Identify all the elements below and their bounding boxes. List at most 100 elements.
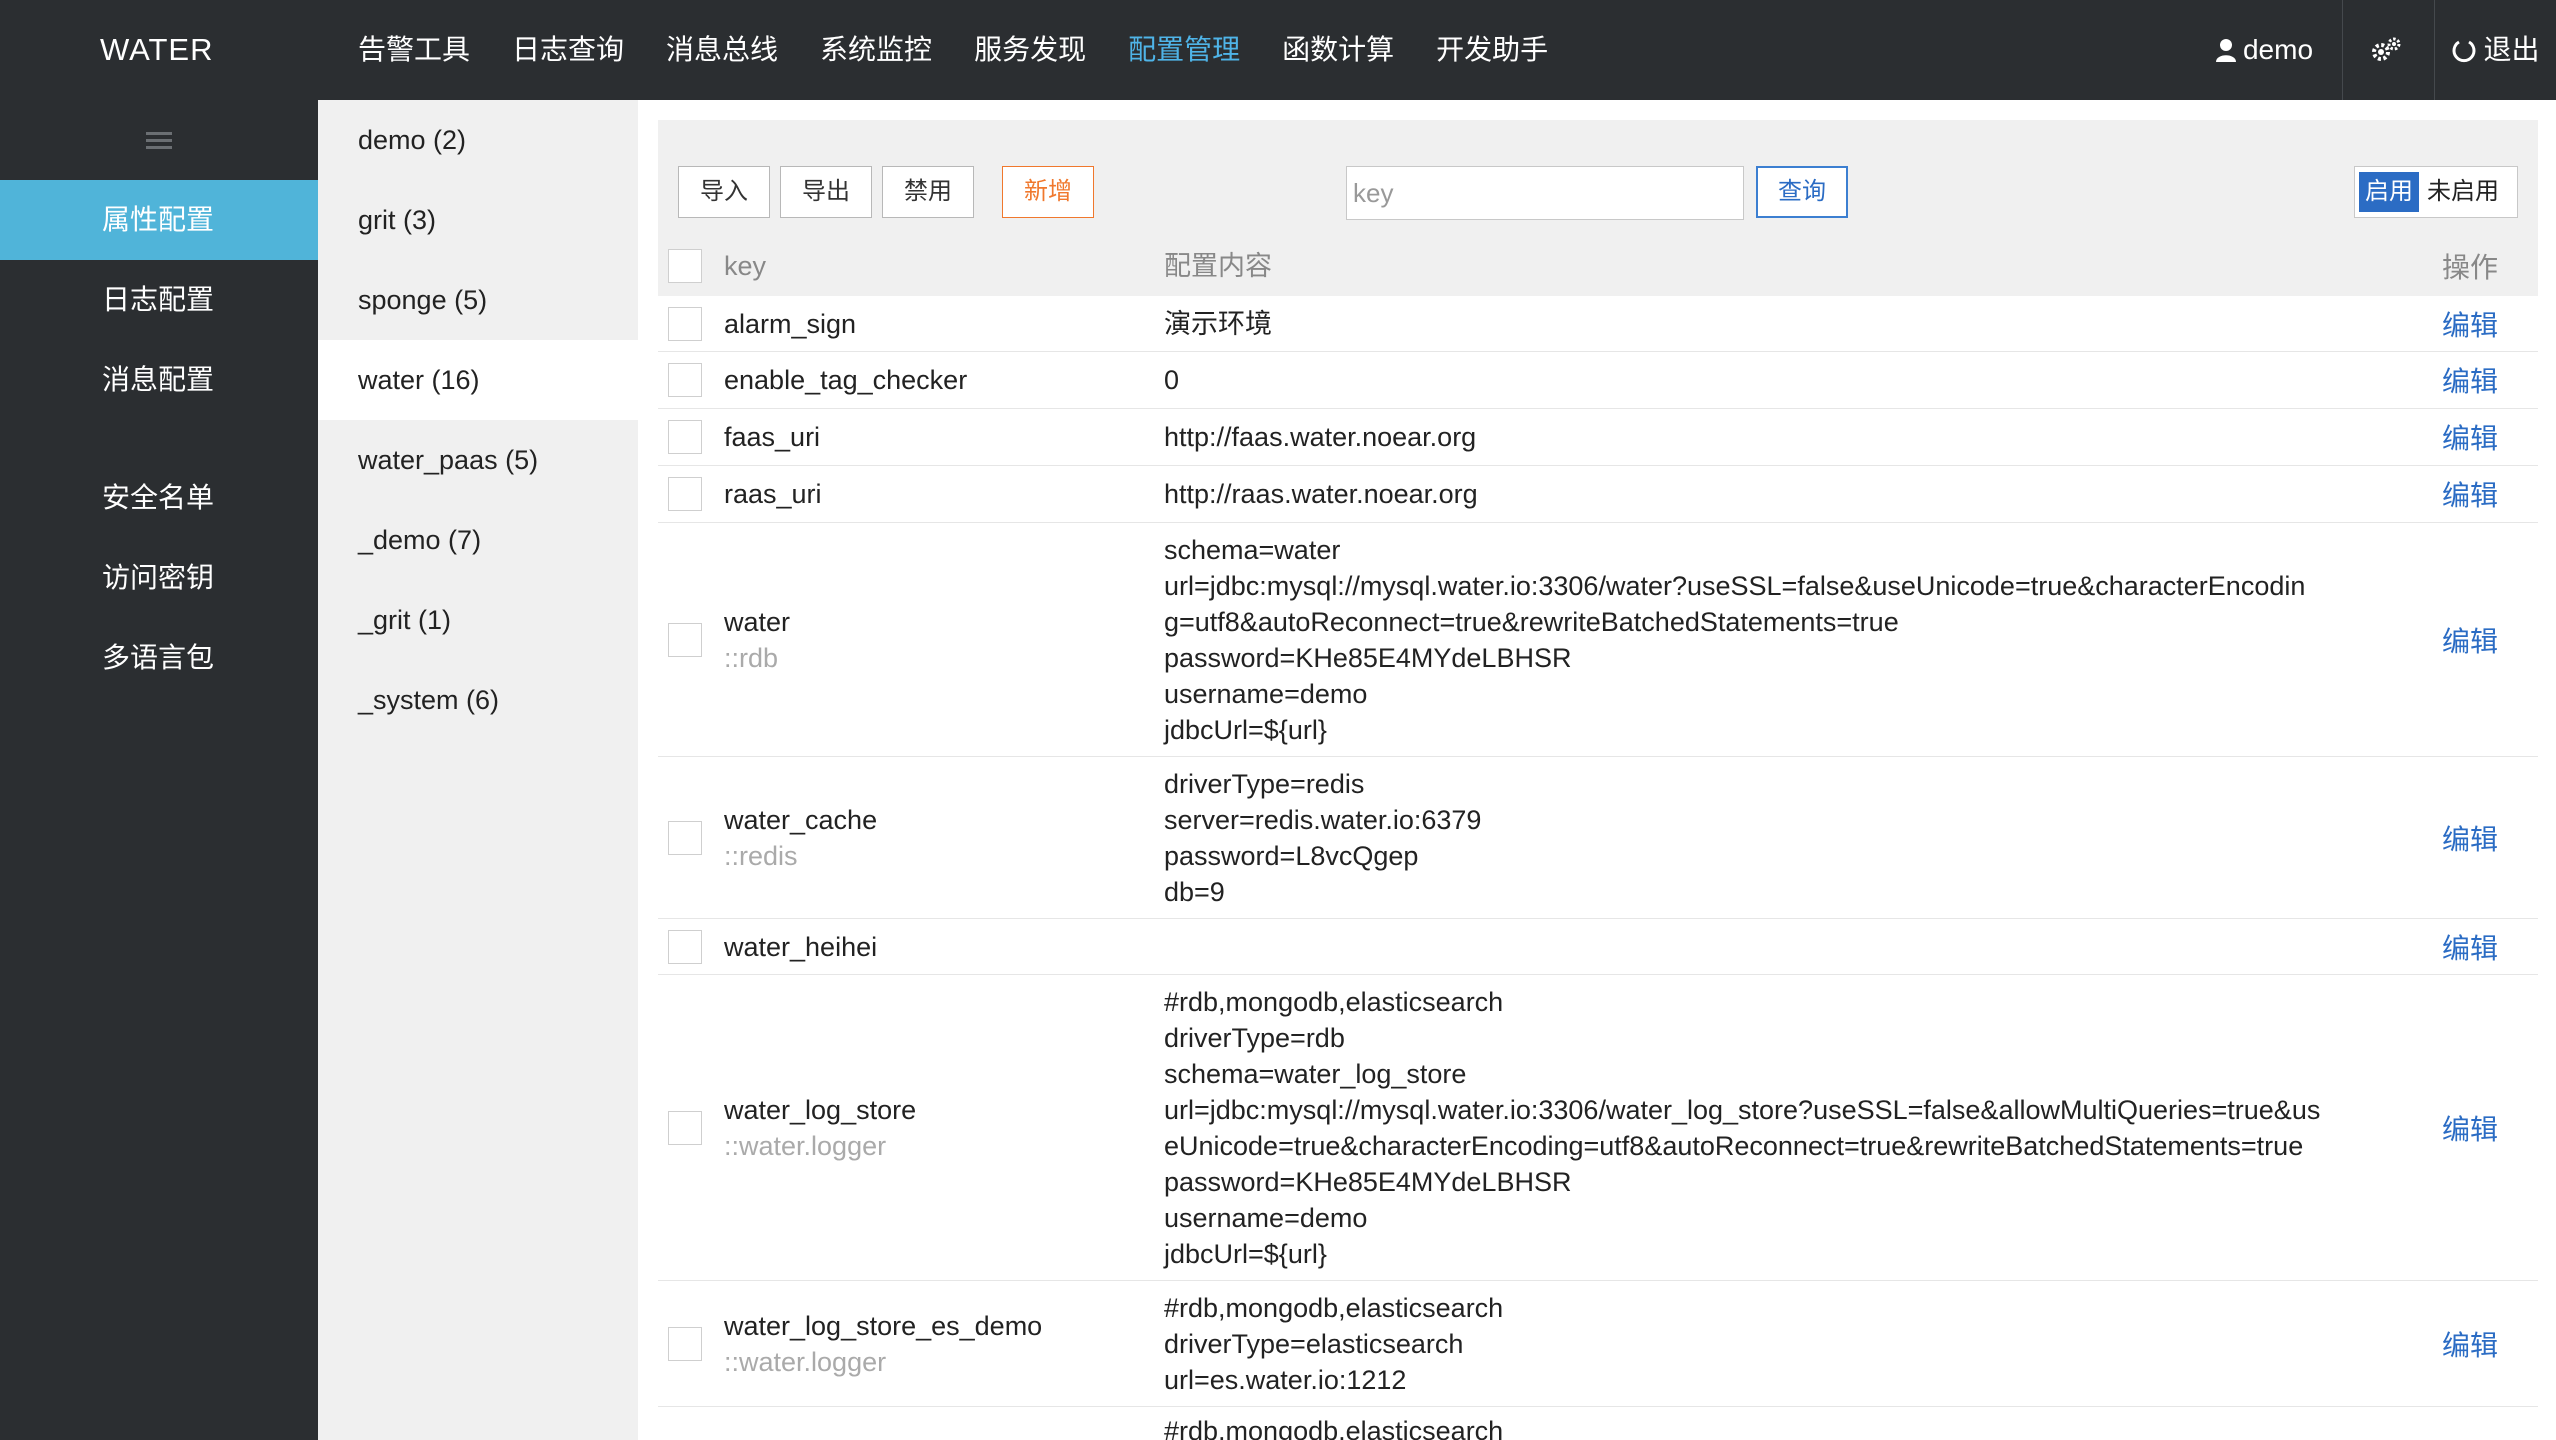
row-checkbox[interactable] <box>668 420 702 454</box>
nav-item-dev-helper[interactable]: 开发助手 <box>1436 0 1548 100</box>
table-row: enable_tag_checker 0 编辑 <box>658 352 2538 409</box>
edit-link[interactable]: 编辑 <box>2438 1108 2538 1148</box>
nav-item-message-bus[interactable]: 消息总线 <box>666 0 778 100</box>
nav-item-log-query[interactable]: 日志查询 <box>512 0 624 100</box>
row-value: 0 <box>1164 365 1180 395</box>
row-checkbox[interactable] <box>668 1326 702 1361</box>
main-content: 导入 导出 禁用 新增 查询 启用 未启用 key 配置内容 操作 alarm_… <box>638 100 2556 1440</box>
group-item-_grit[interactable]: _grit (1) <box>318 580 638 660</box>
table-row: water_heihei 编辑 <box>658 919 2538 975</box>
edit-link[interactable]: 编辑 <box>2438 360 2538 400</box>
row-value: http://faas.water.noear.org <box>1164 422 1477 452</box>
row-value: #rdb,mongodb,elasticsearch driverType=el… <box>1164 1292 1504 1395</box>
table-header: key 配置内容 操作 <box>658 236 2538 296</box>
nav-item-service-discovery[interactable]: 服务发现 <box>974 0 1086 100</box>
table-row: #rdb,mongodb,elasticsearch <box>658 1407 2538 1440</box>
group-item-grit[interactable]: grit (3) <box>318 180 638 260</box>
top-navbar: WATER 告警工具 日志查询 消息总线 系统监控 服务发现 配置管理 函数计算… <box>0 0 2556 100</box>
edit-link[interactable]: 编辑 <box>2438 304 2538 344</box>
row-value: http://raas.water.noear.org <box>1164 479 1478 509</box>
nav-item-config[interactable]: 配置管理 <box>1128 0 1240 100</box>
row-key: water_log_store <box>724 1094 917 1125</box>
row-key: water_heihei <box>724 931 878 962</box>
row-key: water <box>724 606 791 637</box>
row-key: faas_uri <box>724 422 821 452</box>
select-all-checkbox[interactable] <box>668 249 702 283</box>
user-menu[interactable]: demo <box>2186 0 2342 100</box>
sidebar-toggle[interactable] <box>0 100 318 180</box>
query-button[interactable]: 查询 <box>1756 166 1848 218</box>
edit-link[interactable]: 编辑 <box>2438 818 2538 858</box>
column-header-value: 配置内容 <box>1164 251 1272 281</box>
group-item-water-paas[interactable]: water_paas (5) <box>318 420 638 500</box>
row-key-type: ::water.logger <box>724 1346 887 1377</box>
group-item-_demo[interactable]: _demo (7) <box>318 500 638 580</box>
group-item-demo[interactable]: demo (2) <box>318 100 638 180</box>
row-value: 演示环境 <box>1164 308 1272 339</box>
edit-link[interactable]: 编辑 <box>2438 417 2538 457</box>
table-row: water_cache ::redis driverType=redis ser… <box>658 757 2538 919</box>
app-logo[interactable]: WATER <box>100 0 214 100</box>
add-button[interactable]: 新增 <box>1002 166 1094 218</box>
sidebar: 属性配置 日志配置 消息配置 安全名单 访问密钥 多语言包 <box>0 100 318 1440</box>
logout-label: 退出 <box>2483 34 2540 65</box>
search-input[interactable] <box>1346 166 1744 220</box>
row-key: raas_uri <box>724 479 822 509</box>
nav-item-faas[interactable]: 函数计算 <box>1282 0 1394 100</box>
row-key: water_log_store_es_demo <box>724 1310 1043 1341</box>
sidebar-item-whitelist[interactable]: 安全名单 <box>0 458 318 538</box>
hamburger-icon <box>146 132 172 149</box>
disable-button[interactable]: 禁用 <box>882 166 974 218</box>
row-key: water_cache <box>724 804 878 835</box>
nav-item-monitor[interactable]: 系统监控 <box>820 0 932 100</box>
table-row: water_log_store_es_demo ::water.logger #… <box>658 1281 2538 1407</box>
group-item-sponge[interactable]: sponge (5) <box>318 260 638 340</box>
sidebar-item-log-config[interactable]: 日志配置 <box>0 260 318 340</box>
status-toggle: 启用 未启用 <box>2354 166 2518 218</box>
sidebar-item-message-config[interactable]: 消息配置 <box>0 340 318 420</box>
user-name: demo <box>2242 34 2314 65</box>
enabled-tab[interactable]: 启用 <box>2359 172 2419 212</box>
row-checkbox[interactable] <box>668 622 702 657</box>
column-header-op: 操作 <box>2441 252 2498 283</box>
table-row: water ::rdb schema=water url=jdbc:mysql:… <box>658 523 2538 757</box>
toolbar: 导入 导出 禁用 新增 查询 启用 未启用 <box>658 120 2538 236</box>
group-list: demo (2) grit (3) sponge (5) water (16) … <box>318 100 638 1440</box>
disabled-tab[interactable]: 未启用 <box>2419 172 2507 212</box>
edit-link[interactable]: 编辑 <box>2438 620 2538 660</box>
user-icon <box>2215 39 2236 62</box>
table-row: alarm_sign 演示环境 编辑 <box>658 296 2538 352</box>
row-checkbox[interactable] <box>668 1110 702 1145</box>
row-checkbox[interactable] <box>668 306 702 341</box>
edit-link[interactable]: 编辑 <box>2438 1324 2538 1364</box>
import-button[interactable]: 导入 <box>678 166 770 218</box>
edit-link[interactable]: 编辑 <box>2438 474 2538 514</box>
row-checkbox[interactable] <box>668 477 702 511</box>
row-key: alarm_sign <box>724 308 857 339</box>
row-key-type: ::redis <box>724 840 798 871</box>
row-checkbox[interactable] <box>668 820 702 855</box>
sidebar-item-property-config[interactable]: 属性配置 <box>0 180 318 260</box>
nav-item-alarm[interactable]: 告警工具 <box>358 0 470 100</box>
export-button[interactable]: 导出 <box>780 166 872 218</box>
group-item-_system[interactable]: _system (6) <box>318 660 638 740</box>
row-key-type: ::water.logger <box>724 1130 887 1161</box>
table-row: faas_uri http://faas.water.noear.org 编辑 <box>658 409 2538 466</box>
settings-button[interactable] <box>2342 0 2434 100</box>
config-table: key 配置内容 操作 alarm_sign 演示环境 编辑 enable_ta… <box>658 236 2538 1440</box>
power-icon <box>2452 40 2476 63</box>
sidebar-separator <box>0 420 318 458</box>
row-key-type: ::rdb <box>724 642 779 673</box>
row-checkbox[interactable] <box>668 929 702 964</box>
sidebar-item-access-keys[interactable]: 访问密钥 <box>0 538 318 618</box>
table-row: raas_uri http://raas.water.noear.org 编辑 <box>658 466 2538 523</box>
top-nav: 告警工具 日志查询 消息总线 系统监控 服务发现 配置管理 函数计算 开发助手 <box>358 0 1590 100</box>
group-item-water[interactable]: water (16) <box>318 340 638 420</box>
table-row: water_log_store ::water.logger #rdb,mong… <box>658 975 2538 1281</box>
row-checkbox[interactable] <box>668 363 702 397</box>
sidebar-item-i18n[interactable]: 多语言包 <box>0 618 318 698</box>
row-value <box>1164 941 2438 953</box>
logout-button[interactable]: 退出 <box>2434 0 2556 100</box>
edit-link[interactable]: 编辑 <box>2438 927 2538 967</box>
column-header-key: key <box>724 251 767 281</box>
